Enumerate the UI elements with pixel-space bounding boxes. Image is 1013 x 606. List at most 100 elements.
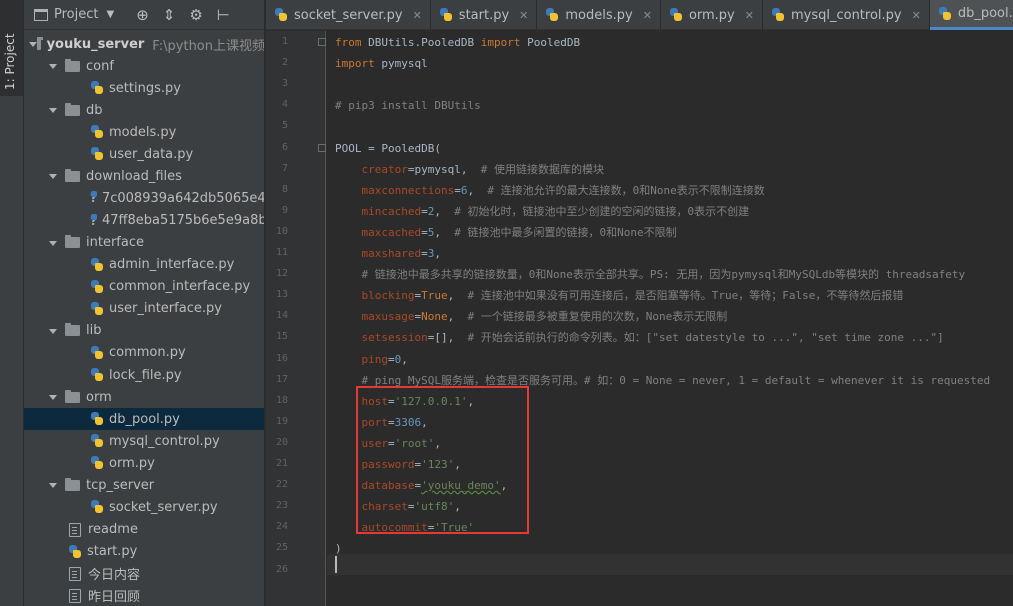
tree-item[interactable]: ? 47ff8eba5175b6e5e9a8b — [24, 210, 264, 232]
folder-icon — [65, 168, 80, 182]
python-file-icon — [90, 434, 104, 448]
line-number: 6 — [281, 141, 288, 153]
chevron-down-icon[interactable] — [48, 392, 58, 402]
python-file-icon — [90, 147, 104, 161]
current-line-highlight — [327, 554, 1013, 575]
tab-socket_server-py[interactable]: socket_server.py ✕ — [266, 0, 431, 30]
code-token: = — [388, 352, 395, 366]
tree-item[interactable]: models.py — [24, 121, 264, 143]
tree-item[interactable]: youku_server F:\python上课视频 — [24, 33, 264, 55]
fold-marker-icon[interactable] — [318, 143, 326, 152]
code-token: , — [467, 183, 488, 197]
close-icon[interactable]: ✕ — [413, 9, 422, 22]
tree-item[interactable]: db_pool.py — [24, 408, 264, 431]
folder-icon — [65, 477, 80, 491]
tree-item[interactable]: readme — [24, 519, 264, 541]
python-file-icon — [90, 279, 104, 294]
tree-item-label: user_data.py — [109, 146, 194, 162]
tree-item-label: db — [86, 102, 103, 118]
python-file-icon — [90, 301, 104, 316]
tree-item[interactable]: common_interface.py — [24, 276, 264, 298]
chevron-down-icon[interactable] — [48, 171, 58, 181]
code-token: maxconnections — [361, 183, 455, 197]
project-panel: Project ▼ ⊕ ⇕ ⚙ ⊢ youku_server F:\python上… — [24, 0, 265, 606]
chevron-down-icon[interactable] — [28, 39, 38, 49]
tree-item-label: admin_interface.py — [109, 257, 235, 273]
locate-target-icon[interactable]: ⊕ — [136, 6, 149, 24]
code-line: setsession=[], # 开始会话前执行的命令列表。如：["set da… — [335, 327, 944, 348]
close-icon[interactable]: ✕ — [745, 9, 754, 22]
tree-item-label: interface — [86, 235, 144, 251]
close-icon[interactable]: ✕ — [519, 9, 528, 22]
text-file-icon — [69, 566, 81, 581]
tree-item[interactable]: mysql_control.py — [24, 430, 264, 452]
tree-item[interactable]: user_data.py — [24, 143, 264, 165]
chevron-down-icon[interactable] — [48, 480, 58, 490]
code-token: ping — [361, 352, 389, 366]
tab-mysql_control-py[interactable]: mysql_control.py ✕ — [763, 0, 930, 30]
code-token: maxcached — [361, 225, 422, 239]
annotation-highlight-box — [356, 386, 529, 534]
code-line: maxcached=5, # 链接池中最多闲置的链接，0和None不限制 — [335, 222, 677, 243]
tree-item[interactable]: db — [24, 99, 264, 121]
tab-db_pool-py[interactable]: db_pool.py✕ — [929, 0, 1013, 30]
tree-item[interactable]: settings.py — [24, 77, 264, 99]
tree-item[interactable]: common.py — [24, 342, 264, 364]
hide-panel-icon[interactable]: ⊢ — [217, 6, 230, 24]
unknown-file-icon: ? — [90, 213, 97, 228]
code-token: POOL = PooledDB( — [335, 141, 441, 155]
project-panel-title[interactable]: Project — [54, 7, 98, 22]
project-tool-tab[interactable]: 1: Project — [0, 0, 23, 96]
tree-item[interactable]: interface — [24, 232, 264, 254]
tree-item[interactable]: lock_file.py — [24, 364, 264, 386]
code-token: # 使用链接数据库的模块 — [480, 162, 604, 176]
python-file-icon — [90, 345, 104, 360]
code-token: blocking — [361, 289, 415, 303]
tree-item[interactable]: orm.py — [24, 452, 264, 474]
tree-item[interactable]: tcp_server — [24, 474, 264, 496]
tree-item[interactable]: 今日内容 — [24, 563, 264, 585]
tree-item[interactable]: conf — [24, 55, 264, 77]
line-number: 5 — [281, 120, 288, 132]
line-number: 13 — [275, 289, 288, 301]
tree-item-label: socket_server.py — [109, 499, 218, 515]
tree-item[interactable]: admin_interface.py — [24, 254, 264, 276]
tree-item[interactable]: download_files — [24, 165, 264, 187]
chevron-down-icon[interactable] — [48, 238, 58, 248]
gear-icon[interactable]: ⚙ — [189, 6, 202, 24]
tab-start-py[interactable]: start.py ✕ — [431, 0, 538, 30]
folder-icon — [65, 235, 80, 249]
tree-item-label: 7c008939a642db5065e4 — [101, 190, 265, 206]
close-icon[interactable]: ✕ — [912, 9, 921, 22]
tab-models-py[interactable]: models.py ✕ — [537, 0, 661, 30]
tree-item-label: settings.py — [109, 80, 181, 96]
fold-marker-icon[interactable] — [318, 38, 326, 46]
tree-item[interactable]: 昨日回顾 — [24, 585, 264, 606]
tab-orm-py[interactable]: orm.py ✕ — [661, 0, 763, 30]
tree-item[interactable]: orm — [24, 386, 264, 408]
tree-item[interactable]: start.py — [24, 541, 264, 563]
chevron-down-icon[interactable] — [48, 61, 58, 71]
tab-label: models.py — [565, 7, 633, 23]
tree-item[interactable]: ? 7c008939a642db5065e4 — [24, 187, 265, 209]
tree-item[interactable]: socket_server.py — [24, 496, 264, 518]
code-editor[interactable]: from DBUtils.PooledDB import PooledDB imp… — [327, 31, 1013, 606]
tree-item[interactable]: user_interface.py — [24, 298, 264, 320]
tree-item-label: download_files — [86, 168, 182, 184]
code-token: , — [447, 289, 468, 303]
folder-icon — [65, 58, 80, 72]
code-token: = — [421, 247, 428, 260]
tree-item-label: mysql_control.py — [109, 433, 220, 449]
chevron-down-icon[interactable]: ▼ — [106, 9, 114, 20]
code-token: import — [480, 36, 521, 49]
collapse-all-icon[interactable]: ⇕ — [163, 6, 176, 24]
code-line: blocking=True, # 连接池中如果没有可用连接后，是否阻塞等待。Tr… — [335, 285, 904, 306]
chevron-down-icon[interactable] — [48, 326, 58, 336]
line-number: 15 — [275, 331, 288, 343]
close-icon[interactable]: ✕ — [643, 9, 652, 22]
chevron-down-icon[interactable] — [48, 105, 58, 115]
tree-item[interactable]: lib — [24, 320, 264, 342]
